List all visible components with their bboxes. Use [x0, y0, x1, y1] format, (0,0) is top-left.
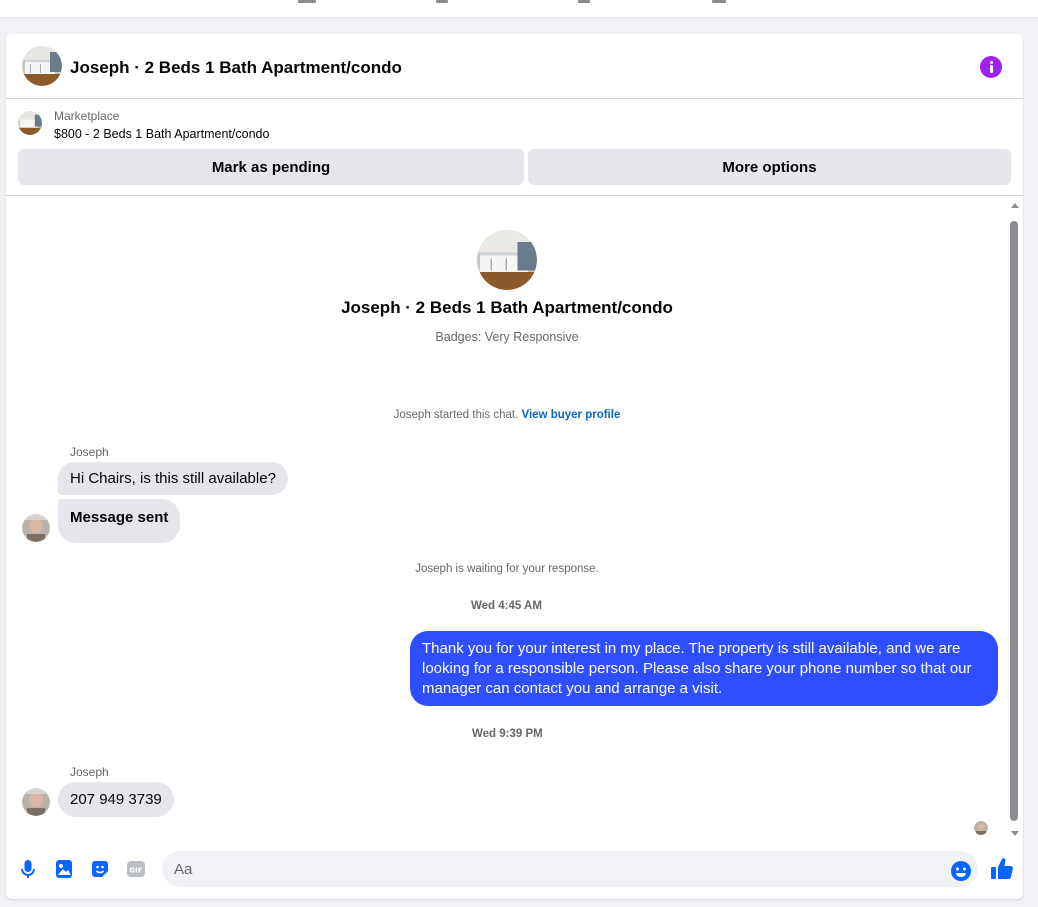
gif-icon[interactable]: GIF [125, 858, 147, 880]
timestamp: Wed 4:45 AM [471, 600, 542, 612]
timestamp: Wed 9:39 PM [472, 728, 543, 740]
incoming-message[interactable]: 207 949 3739 [58, 782, 174, 817]
thumbs-up-icon[interactable] [989, 856, 1015, 882]
sender-avatar[interactable] [22, 514, 50, 542]
chat-started-notice: Joseph started this chat. View buyer pro… [6, 409, 1008, 421]
more-options-button[interactable]: More options [528, 149, 1011, 185]
top-strip-mark [298, 0, 316, 3]
outgoing-message[interactable]: Thank you for your interest in my place.… [410, 631, 998, 706]
profile-title: Joseph · 2 Beds 1 Bath Apartment/condo [341, 298, 673, 317]
composer-bar: GIF [6, 843, 1023, 899]
chat-started-text: Joseph started this chat. [393, 409, 519, 421]
sender-name: Joseph [70, 765, 109, 779]
listing-bar: Marketplace $800 - 2 Beds 1 Bath Apartme… [6, 99, 1023, 196]
view-buyer-profile-link[interactable]: View buyer profile [522, 409, 621, 421]
chat-window: Joseph · 2 Beds 1 Bath Apartment/condo M… [6, 34, 1023, 899]
svg-text:GIF: GIF [129, 867, 142, 875]
chat-header: Joseph · 2 Beds 1 Bath Apartment/condo [6, 34, 1023, 99]
incoming-message[interactable]: Message sent [58, 499, 181, 543]
info-circle-icon[interactable] [980, 56, 1002, 78]
image-icon[interactable] [53, 858, 75, 880]
sticker-icon[interactable] [89, 858, 111, 880]
top-strip-mark [712, 0, 726, 3]
top-strip-mark [578, 0, 590, 3]
microphone-icon[interactable] [17, 858, 39, 880]
mark-as-pending-button[interactable]: Mark as pending [18, 149, 524, 185]
emoji-icon[interactable] [950, 860, 972, 882]
marketplace-label: Marketplace [54, 109, 120, 123]
scroll-down-arrow-icon[interactable] [1011, 831, 1019, 836]
listing-price-title[interactable]: $800 - 2 Beds 1 Bath Apartment/condo [54, 127, 269, 141]
message-input[interactable] [162, 851, 978, 887]
waiting-notice: Joseph is waiting for your response. [415, 563, 599, 575]
listing-thumbnail[interactable] [18, 111, 42, 135]
thread-scrollbar[interactable] [1009, 198, 1021, 838]
scrollbar-thumb[interactable] [1010, 221, 1018, 821]
sender-avatar[interactable] [22, 788, 50, 816]
top-strip-mark [436, 0, 448, 3]
chat-title[interactable]: Joseph · 2 Beds 1 Bath Apartment/condo [70, 58, 402, 78]
scroll-up-arrow-icon[interactable] [1011, 203, 1019, 208]
top-strip [0, 0, 1038, 18]
profile-badges: Badges: Very Responsive [435, 330, 579, 344]
read-receipt-avatar [974, 821, 988, 835]
sender-name: Joseph [70, 445, 109, 459]
incoming-message[interactable]: Hi Chairs, is this still available? [58, 462, 288, 495]
listing-avatar[interactable] [22, 46, 62, 86]
profile-avatar[interactable] [477, 230, 537, 290]
